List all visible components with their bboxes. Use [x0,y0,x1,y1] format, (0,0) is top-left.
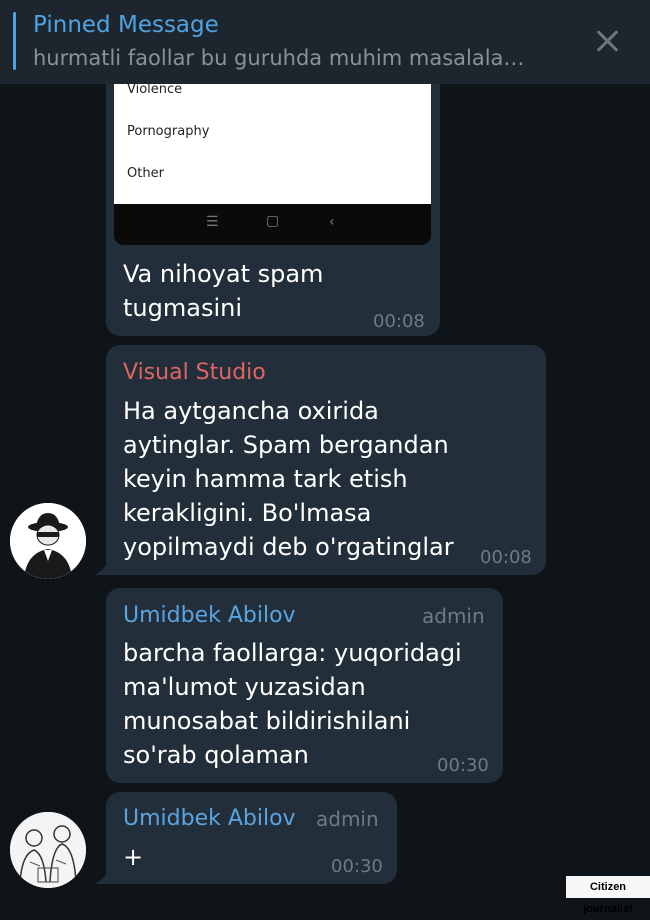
home-icon: ▢ [266,213,280,229]
avatar[interactable] [10,503,86,579]
pinned-message-bar[interactable]: Pinned Message hurmatli faollar bu guruh… [0,0,650,84]
pinned-accent-line [13,12,16,70]
admin-badge: admin [422,604,485,628]
spy-icon [10,503,86,579]
report-option: Pornography [127,124,210,139]
sender-name[interactable]: Visual Studio [123,360,266,385]
avatar[interactable] [10,812,86,888]
attached-screenshot[interactable]: Violence Pornography Other ☰ ▢ ‹ [114,84,431,245]
message-body: Va nihoyat spam tugmasini 00:08 [106,245,440,336]
message-text: + [123,843,144,871]
message-text: Va nihoyat spam tugmasini [123,260,324,322]
android-nav-bar: ☰ ▢ ‹ [114,204,431,245]
message-text: Ha aytgancha oxirida aytinglar. Spam ber… [123,397,454,561]
report-option: Violence [127,84,183,97]
sender-name[interactable]: Umidbek Abilov [123,603,296,628]
admin-badge: admin [316,807,379,831]
message-time: 00:30 [331,856,383,877]
photo-credit: Citizen journalist [566,876,650,915]
message-bubble[interactable]: Umidbek Abilov admin barcha faollarga: y… [106,588,503,783]
message-bubble[interactable]: Visual Studio Ha aytgancha oxirida aytin… [106,345,546,575]
bubble-tail [94,870,108,884]
pinned-text: hurmatli faollar bu guruhda muhim masala… [33,46,525,70]
message-bubble[interactable]: Umidbek Abilov admin + 00:30 [106,792,397,884]
message-time: 00:30 [437,755,489,776]
back-icon: ‹ [329,214,335,230]
close-icon[interactable] [592,24,622,58]
report-option: Other [127,166,164,181]
bubble-tail [94,561,108,575]
sender-name[interactable]: Umidbek Abilov [123,806,296,831]
message-time: 00:08 [373,311,425,332]
menu-icon: ☰ [206,214,219,230]
user-photo-icon [10,812,86,888]
message-text: barcha faollarga: yuqoridagi ma'lumot yu… [123,639,462,769]
report-options-list: Violence Pornography Other [114,84,431,204]
pinned-title: Pinned Message [33,12,219,38]
message-time: 00:08 [480,547,532,568]
